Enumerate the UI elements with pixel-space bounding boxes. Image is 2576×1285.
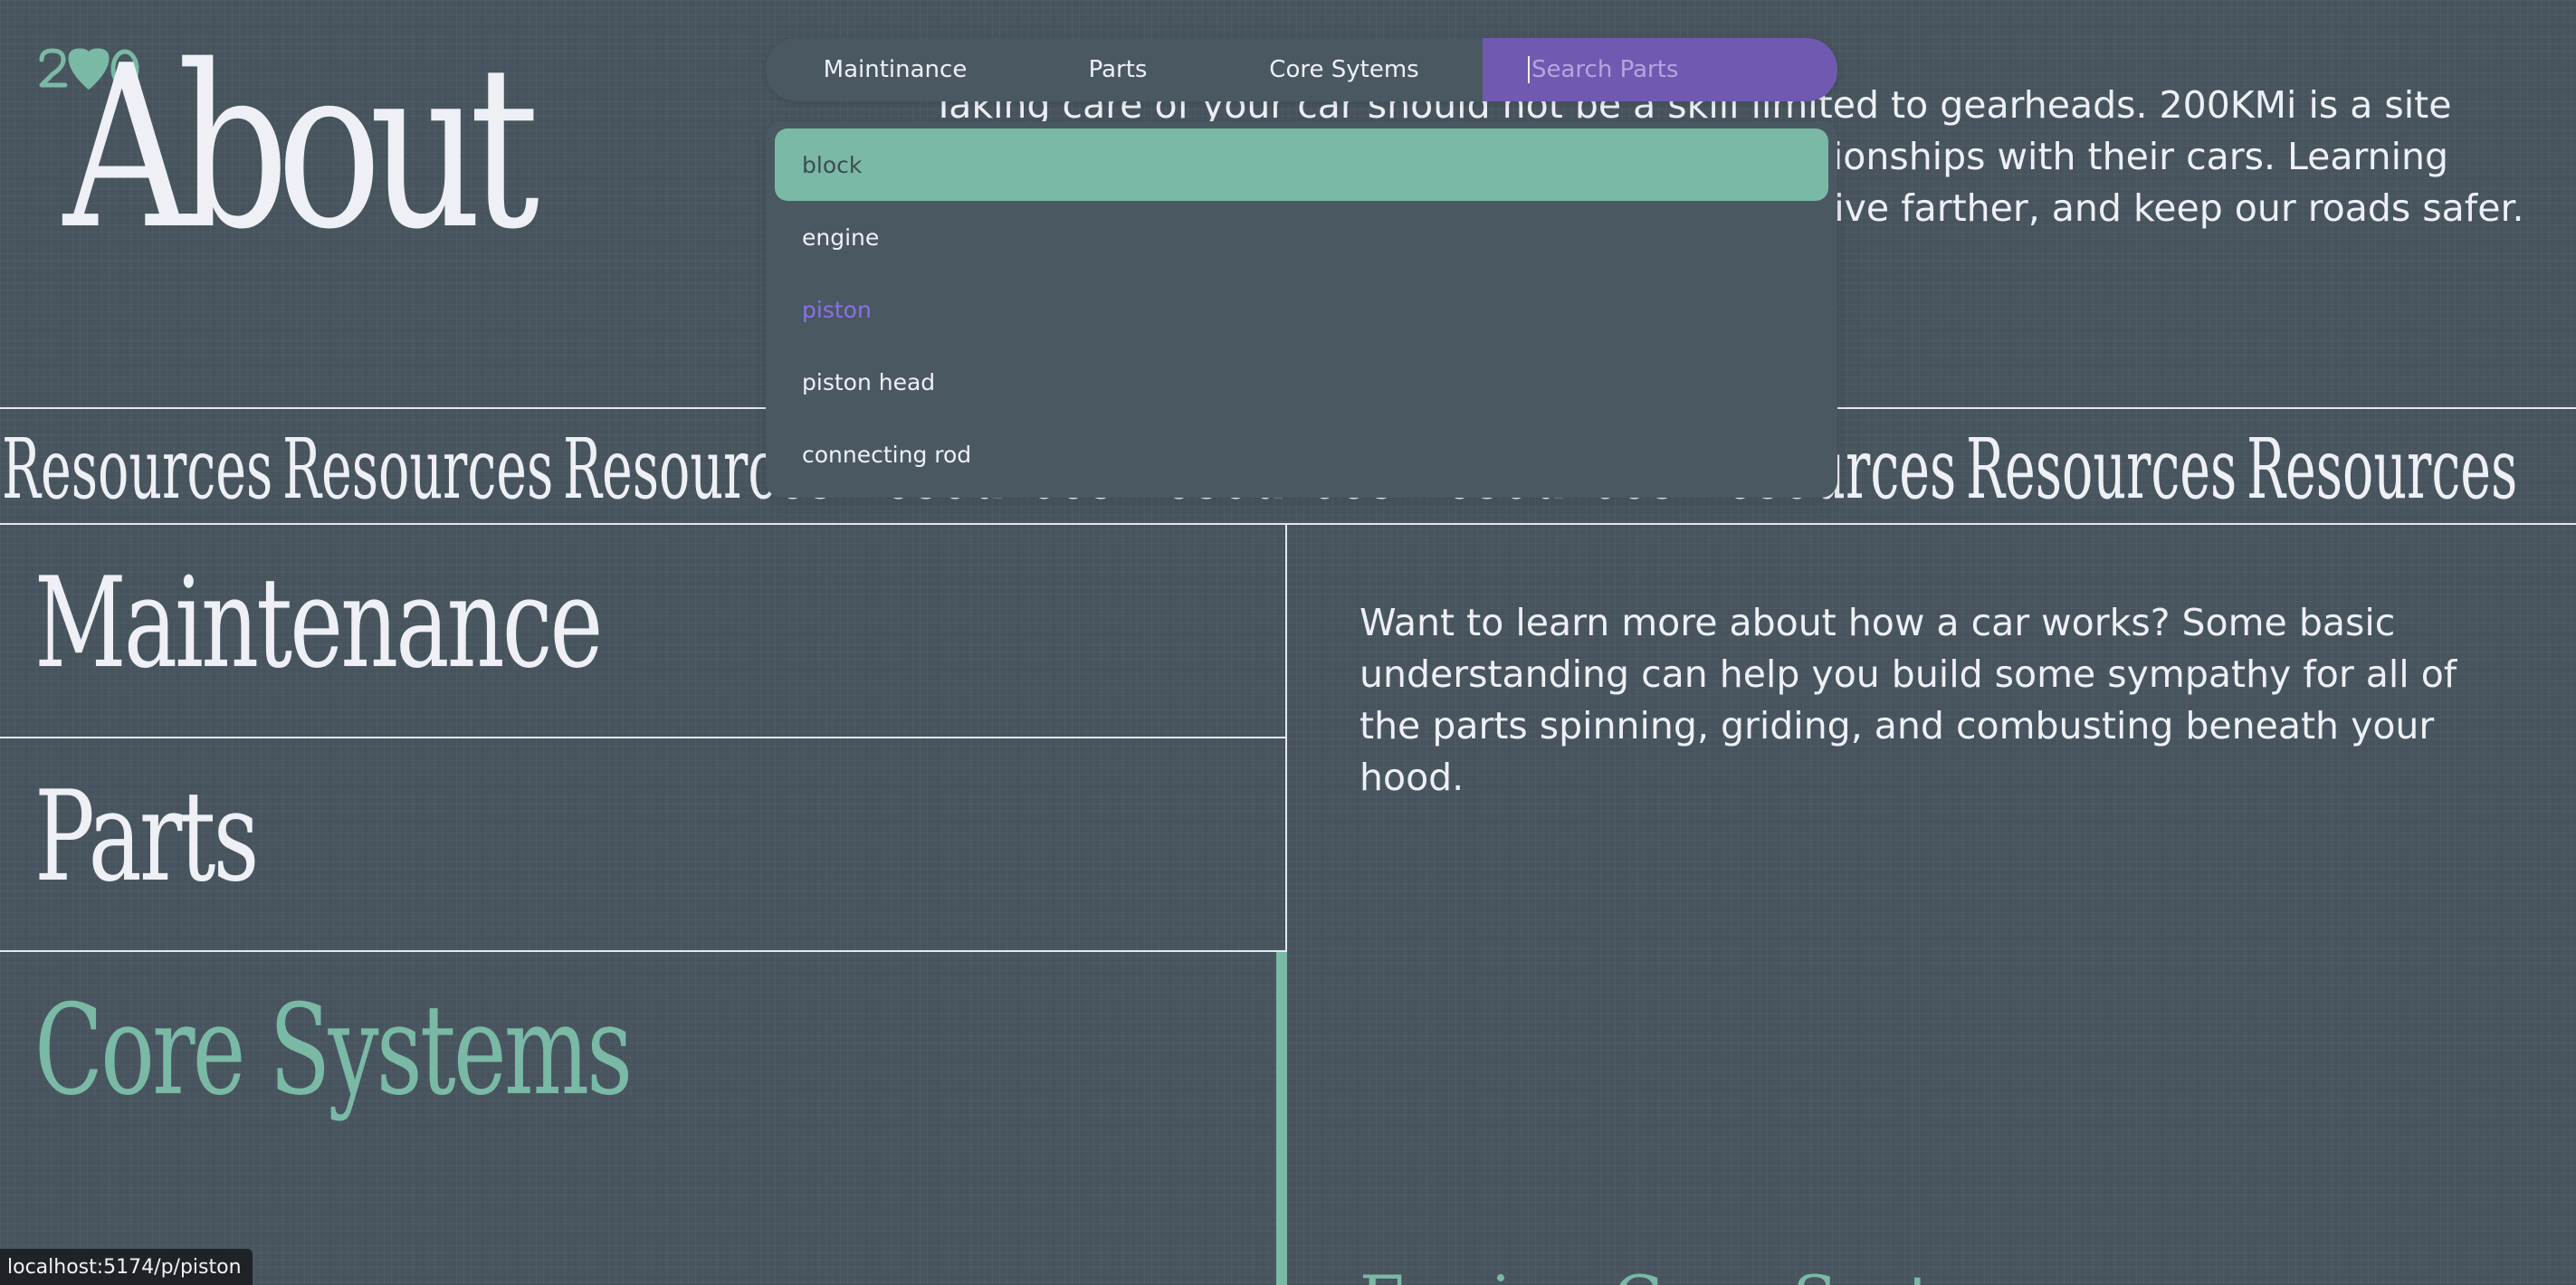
search-results-dropdown: block engine piston piston head connecti… xyxy=(766,121,1837,498)
search-result-connecting-rod[interactable]: connecting rod xyxy=(775,418,1828,490)
search-result-block[interactable]: block xyxy=(775,128,1828,201)
marquee-word: Resources xyxy=(2247,421,2518,518)
learn-more-text: Want to learn more about how a car works… xyxy=(1360,601,2457,799)
category-label: Core Systems xyxy=(34,977,633,1123)
category-label: Parts xyxy=(34,764,260,909)
category-maintenance[interactable]: Maintenance xyxy=(0,525,1285,738)
nav-link-core-systems[interactable]: Core Sytems xyxy=(1211,56,1477,83)
section-heading: Engine Core Systems xyxy=(1360,1267,2067,1285)
top-navbar: Maintinance Parts Core Sytems xyxy=(766,38,1837,101)
search-result-piston-head[interactable]: piston head xyxy=(775,346,1828,418)
marquee-word: Resources xyxy=(2,421,273,518)
search-result-engine[interactable]: engine xyxy=(775,201,1828,273)
category-list: Maintenance Parts Core Systems xyxy=(0,525,1287,1285)
page-title: About xyxy=(63,18,539,279)
marquee-word: Resources xyxy=(563,421,835,518)
category-label: Maintenance xyxy=(34,550,603,696)
marquee-word: Resources xyxy=(282,421,554,518)
active-category-indicator xyxy=(1276,952,1287,1285)
marquee-word: Resources xyxy=(1966,421,2237,518)
nav-link-parts[interactable]: Parts xyxy=(1025,56,1211,83)
search-parts-input[interactable] xyxy=(1528,56,1799,83)
category-parts[interactable]: Parts xyxy=(0,738,1285,952)
search-container xyxy=(1483,38,1837,101)
nav-link-maintinance[interactable]: Maintinance xyxy=(766,56,1025,83)
search-result-piston[interactable]: piston xyxy=(775,273,1828,346)
link-status-bar: localhost:5174/p/piston xyxy=(0,1249,253,1285)
category-core-systems[interactable]: Core Systems xyxy=(0,952,1285,1283)
